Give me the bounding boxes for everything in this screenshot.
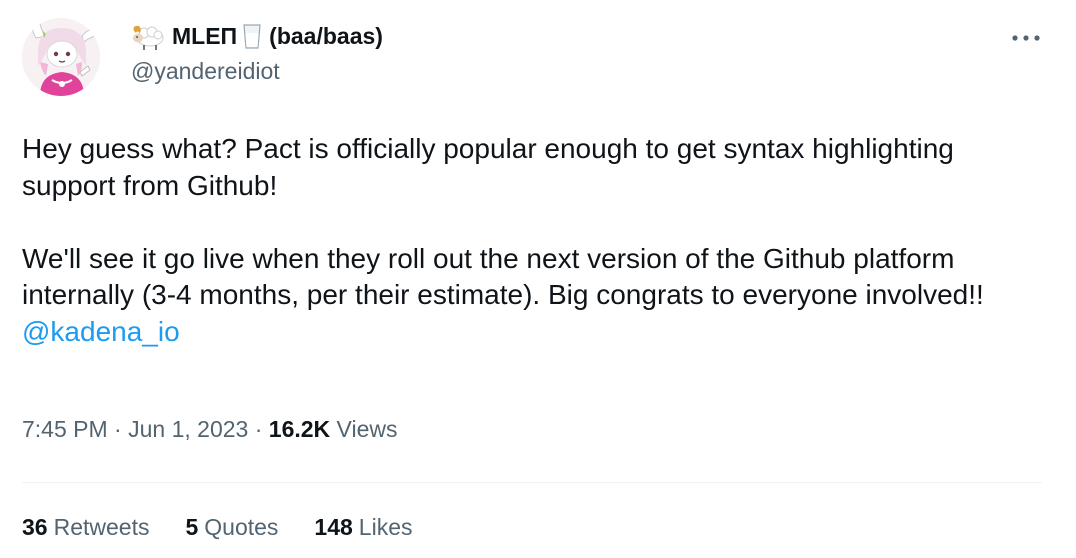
likes-label: Likes xyxy=(358,514,413,540)
engagement-stats: 36 Retweets 5 Quotes 148 Likes xyxy=(22,514,413,541)
tweet-meta: 7:45 PM · Jun 1, 2023 · 16.2K Views xyxy=(22,416,397,443)
tweet-text: Hey guess what? Pact is officially popul… xyxy=(22,131,1032,350)
views-label: Views xyxy=(330,416,398,442)
ram-icon xyxy=(130,21,166,51)
meta-separator: · xyxy=(248,416,269,442)
author-name-row[interactable]: MLEΠ (baa/baas) xyxy=(130,20,383,52)
divider xyxy=(22,482,1042,483)
meta-separator: · xyxy=(107,416,129,442)
retweets-stat[interactable]: 36 Retweets xyxy=(22,514,149,541)
more-options-icon xyxy=(1012,35,1040,41)
avatar-illustration xyxy=(22,18,100,96)
retweets-label: Retweets xyxy=(53,514,150,540)
author-display-name: MLEΠ xyxy=(172,22,238,49)
author-handle[interactable]: @yandereidiot xyxy=(131,58,280,85)
author-name-suffix: (baa/baas) xyxy=(269,22,383,49)
tweet-time[interactable]: 7:45 PM xyxy=(22,416,108,442)
tweet: MLEΠ (baa/baas) @yandereidiot Hey guess … xyxy=(0,0,1076,558)
tweet-paragraph-1: Hey guess what? Pact is officially popul… xyxy=(22,133,954,201)
tweet-paragraph-2-text: We'll see it go live when they roll out … xyxy=(22,242,984,311)
views-count: 16.2K xyxy=(268,416,331,442)
likes-count: 148 xyxy=(314,514,353,540)
more-options-button[interactable] xyxy=(1002,26,1050,50)
tweet-date[interactable]: Jun 1, 2023 xyxy=(128,416,248,442)
tweet-paragraph-2: We'll see it go live when they roll out … xyxy=(22,241,1032,351)
quotes-count: 5 xyxy=(185,514,199,540)
quotes-stat[interactable]: 5 Quotes xyxy=(185,514,278,541)
retweets-count: 36 xyxy=(22,514,48,540)
likes-stat[interactable]: 148 Likes xyxy=(314,514,412,541)
quotes-label: Quotes xyxy=(204,514,279,540)
glass-of-milk-icon xyxy=(241,22,263,50)
mention-link[interactable]: @kadena_io xyxy=(22,316,180,347)
avatar[interactable] xyxy=(22,18,100,96)
